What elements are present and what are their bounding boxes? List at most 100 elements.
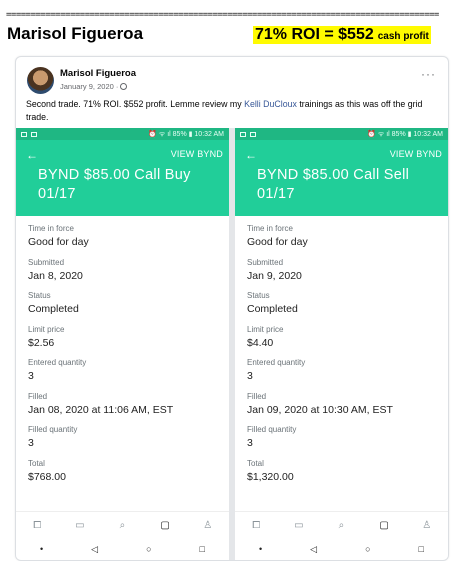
account-icon[interactable]: ♙ [200, 520, 216, 531]
screenshot-gallery: ⏰ ᯤ ıl 85% ▮ 10:32 AM ← VIEW BYND BYND $… [16, 128, 448, 560]
detail-label: Entered quantity [247, 358, 306, 367]
caption-text-start: Second trade. 71% ROI. $552 profit. Lemm… [26, 99, 245, 109]
recents-square-icon[interactable]: □ [419, 544, 424, 554]
home-circle-icon[interactable]: ○ [365, 544, 370, 554]
detail-value: Completed [247, 303, 298, 315]
view-stock-link[interactable]: VIEW BYND [390, 149, 442, 159]
app-nav-bar: ⧠ ▭ ⌕ ▢ ♙ [16, 511, 229, 538]
card-icon[interactable]: ▭ [72, 520, 88, 531]
detail-value: 3 [28, 370, 34, 382]
detail-label: Limit price [28, 324, 65, 334]
status-right: ⏰ ᯤ ıl 85% ▮ 10:32 AM [367, 130, 443, 138]
order-details: Time in force Good for day Submitted Jan 8… [28, 224, 223, 492]
status-bar: ⏰ ᯤ ıl 85% ▮ 10:32 AM [235, 128, 448, 140]
detail-row: Limit price $2.56 [28, 325, 223, 359]
detail-row: Filled Jan 09, 2020 at 10:30 AM, EST [247, 392, 442, 426]
status-bar: ⏰ ᯤ ıl 85% ▮ 10:32 AM [16, 128, 229, 140]
detail-value: Completed [28, 303, 79, 315]
detail-row: Submitted Jan 9, 2020 [247, 258, 442, 292]
search-icon[interactable]: ⌕ [333, 520, 349, 531]
detail-value: 3 [247, 437, 253, 449]
back-arrow-icon[interactable]: ← [245, 148, 257, 162]
detail-label: Entered quantity [28, 358, 87, 367]
detail-label: Submitted [247, 257, 284, 267]
detail-label: Status [247, 291, 270, 300]
detail-label: Filled quantity [247, 425, 297, 434]
detail-label: Filled [247, 391, 267, 401]
detail-value: Jan 8, 2020 [28, 269, 83, 282]
android-system-bar: • ◁ ○ □ [235, 538, 448, 560]
detail-label: Filled quantity [28, 425, 78, 434]
detail-row: Status Completed [28, 291, 223, 325]
dot-icon[interactable]: • [259, 544, 262, 554]
status-right: ⏰ ᯤ ıl 85% ▮ 10:32 AM [148, 130, 224, 138]
message-icon [31, 131, 37, 137]
detail-row: Entered quantity 3 [28, 358, 223, 392]
detail-row: Status Completed [247, 291, 442, 325]
order-title: BYND $85.00 Call Sell 01/17 [257, 167, 410, 202]
post-caption: Second trade. 71% ROI. $552 profit. Lemm… [26, 98, 436, 124]
detail-label: Limit price [247, 324, 284, 334]
detail-row: Total $1,320.00 [247, 459, 442, 493]
recents-square-icon[interactable]: □ [200, 544, 205, 554]
order-title: BYND $85.00 Call Buy 01/17 [38, 167, 191, 202]
home-circle-icon[interactable]: ○ [146, 544, 151, 554]
detail-row: Time in force Good for day [28, 224, 223, 258]
back-arrow-icon[interactable]: ← [26, 148, 38, 162]
detail-label: Total [28, 458, 45, 468]
detail-value: 3 [247, 370, 253, 382]
more-options-icon[interactable]: ··· [421, 67, 436, 81]
back-triangle-icon[interactable]: ◁ [310, 544, 317, 555]
facebook-post: Marisol Figueroa January 9, 2020 · ··· S… [15, 56, 449, 561]
search-icon[interactable]: ⌕ [114, 520, 130, 531]
detail-row: Time in force Good for day [247, 224, 442, 258]
detail-label: Submitted [28, 257, 65, 267]
detail-row: Total $768.00 [28, 459, 223, 493]
caption-mention-link[interactable]: Kelli DuCloux [244, 99, 297, 109]
avatar[interactable] [27, 67, 54, 94]
gallery-icon [240, 131, 246, 137]
card-icon[interactable]: ▭ [291, 520, 307, 531]
detail-value: $768.00 [28, 470, 66, 483]
chart-icon[interactable]: ⧠ [29, 520, 45, 531]
detail-value: Good for day [247, 236, 308, 248]
phone-screenshot-sell[interactable]: ⏰ ᯤ ıl 85% ▮ 10:32 AM ← VIEW BYND BYND $… [235, 128, 448, 560]
order-header: ← VIEW BYND BYND $85.00 Call Sell 01/17 [235, 140, 448, 216]
messages-icon[interactable]: ▢ [376, 520, 392, 531]
detail-row: Filled quantity 3 [28, 425, 223, 459]
detail-row: Limit price $4.40 [247, 325, 442, 359]
post-author[interactable]: Marisol Figueroa [60, 68, 136, 79]
chart-icon[interactable]: ⧠ [248, 520, 264, 531]
app-nav-bar: ⧠ ▭ ⌕ ▢ ♙ [235, 511, 448, 538]
detail-value: Good for day [28, 236, 89, 248]
roi-text: 71% ROI = $552 [255, 26, 374, 43]
android-system-bar: • ◁ ○ □ [16, 538, 229, 560]
detail-label: Status [28, 291, 51, 300]
detail-value: Jan 9, 2020 [247, 269, 302, 282]
detail-value: $2.56 [28, 336, 55, 349]
detail-value: $4.40 [247, 336, 274, 349]
message-icon [250, 131, 256, 137]
detail-row: Entered quantity 3 [247, 358, 442, 392]
back-triangle-icon[interactable]: ◁ [91, 544, 98, 555]
view-stock-link[interactable]: VIEW BYND [171, 149, 223, 159]
order-details: Time in force Good for day Submitted Jan 9… [247, 224, 442, 492]
order-header: ← VIEW BYND BYND $85.00 Call Buy 01/17 [16, 140, 229, 216]
post-date[interactable]: January 9, 2020 · [60, 82, 118, 91]
detail-row: Filled quantity 3 [247, 425, 442, 459]
roi-suffix: cash profit [377, 31, 429, 42]
roi-highlight: 71% ROI = $552 cash profit [253, 26, 431, 44]
detail-value: Jan 08, 2020 at 11:06 AM, EST [28, 403, 174, 416]
detail-value: $1,320.00 [247, 470, 294, 483]
detail-value: Jan 09, 2020 at 10:30 AM, EST [247, 403, 393, 416]
globe-icon [120, 83, 128, 90]
detail-row: Submitted Jan 8, 2020 [28, 258, 223, 292]
header-name: Marisol Figueroa [7, 24, 144, 43]
detail-value: 3 [28, 437, 34, 449]
phone-screenshot-buy[interactable]: ⏰ ᯤ ıl 85% ▮ 10:32 AM ← VIEW BYND BYND $… [16, 128, 229, 560]
gallery-icon [21, 131, 27, 137]
dot-icon[interactable]: • [40, 544, 43, 554]
separator-line: ========================================… [6, 10, 439, 20]
messages-icon[interactable]: ▢ [157, 520, 173, 531]
account-icon[interactable]: ♙ [419, 520, 435, 531]
